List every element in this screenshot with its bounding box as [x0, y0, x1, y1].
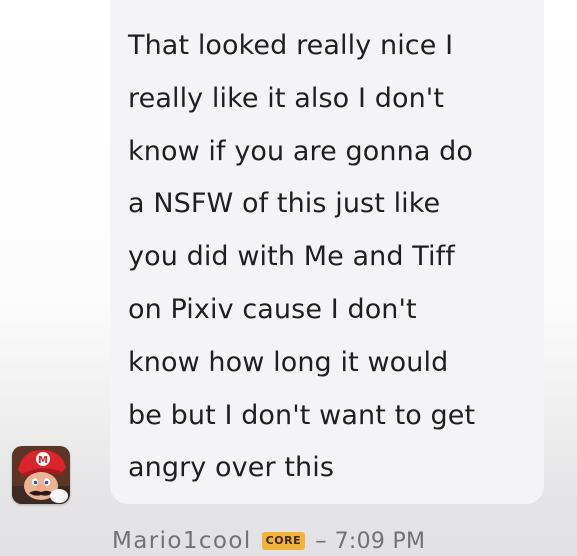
message-text: That looked really nice I really like it… [128, 30, 476, 484]
message-timestamp: 7:09 PM [334, 528, 426, 554]
avatar[interactable]: M [12, 446, 70, 504]
svg-text:M: M [38, 455, 48, 466]
core-badge: CORE [261, 532, 306, 550]
author-name[interactable]: Mario1cool [112, 528, 252, 554]
mario-avatar-icon: M [12, 446, 70, 504]
message-meta: Mario1cool CORE – 7:09 PM [112, 526, 425, 556]
meta-separator: – [315, 528, 327, 554]
chat-message-row: That looked really nice I really like it… [0, 0, 577, 556]
